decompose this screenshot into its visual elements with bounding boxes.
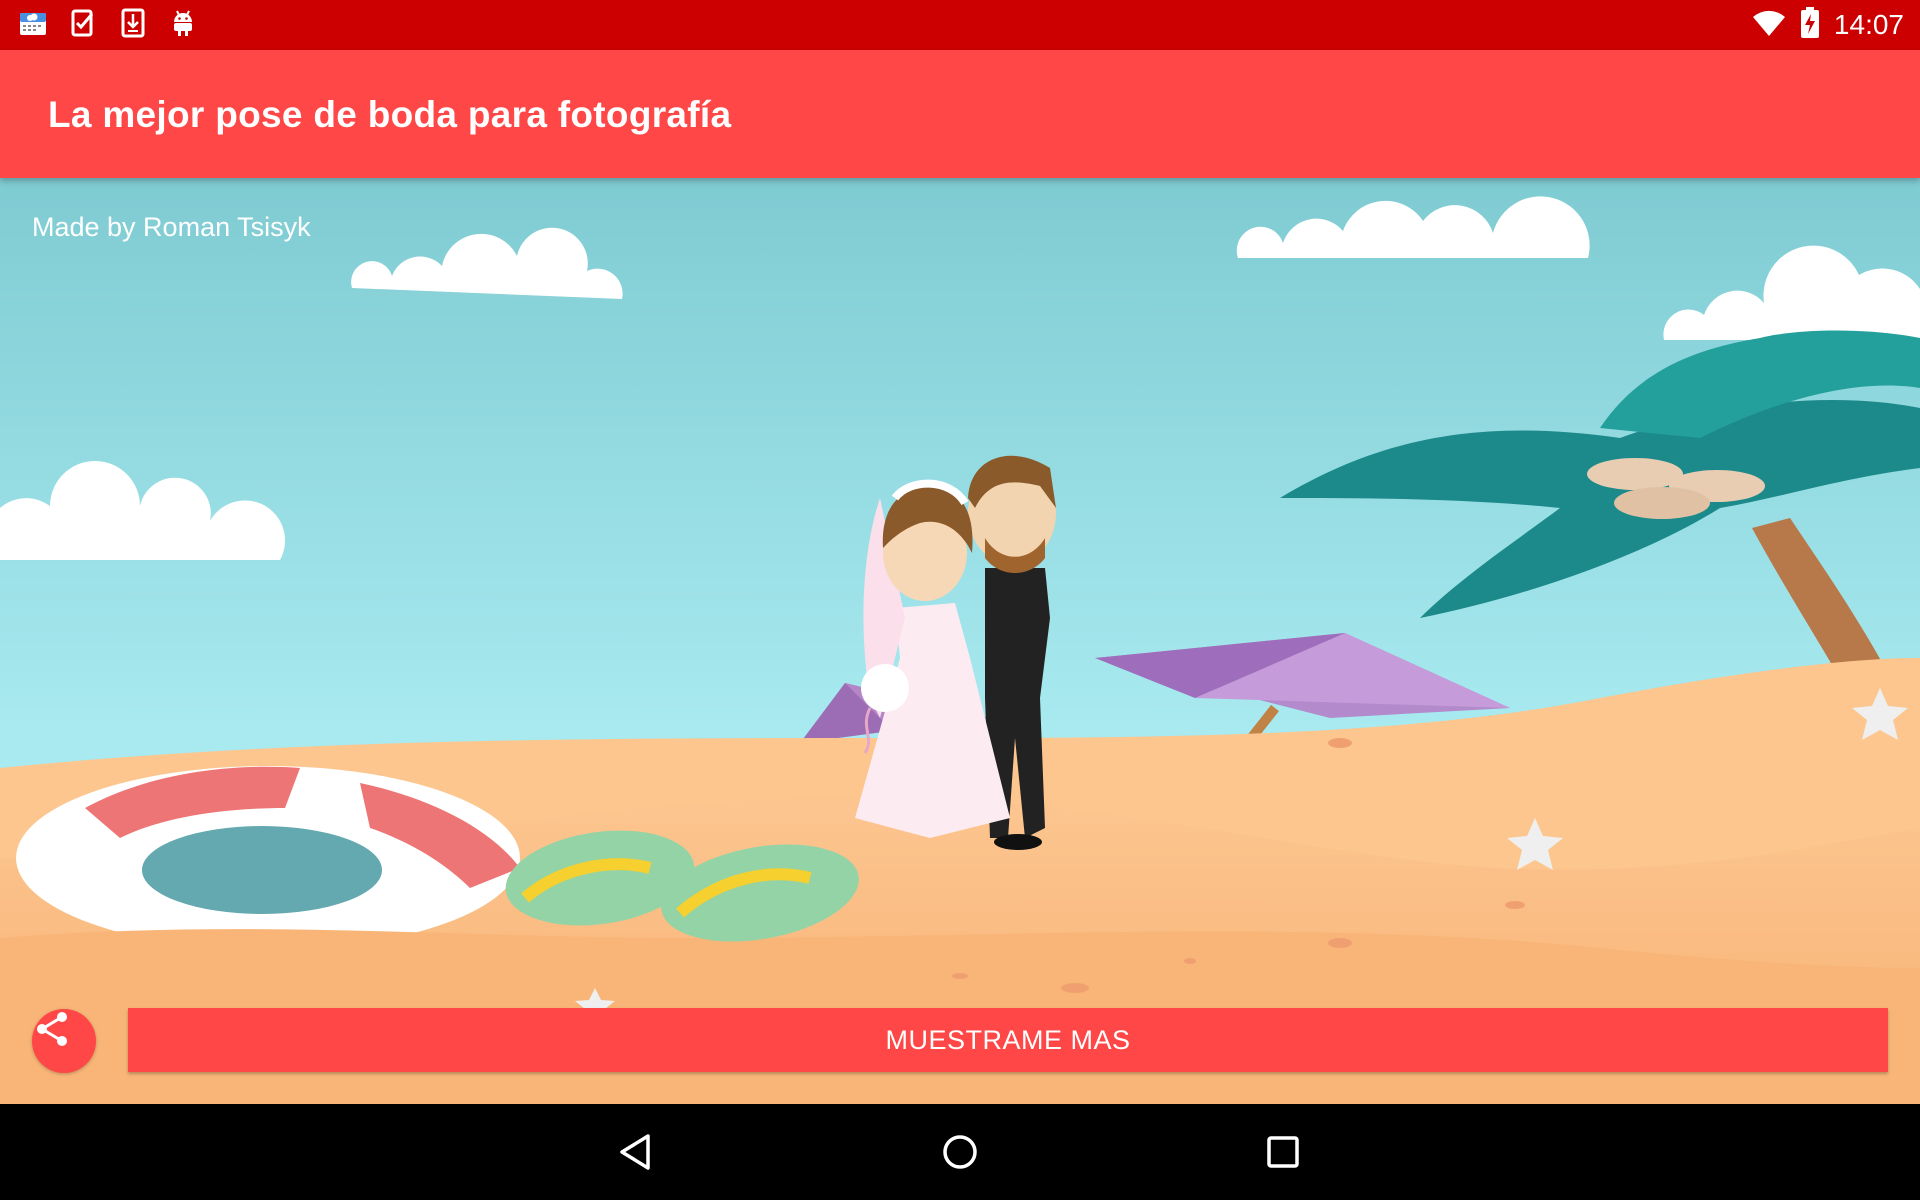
- weather-app-icon: [18, 8, 48, 38]
- status-time: 14:07: [1833, 9, 1904, 40]
- wifi-icon: [1752, 9, 1786, 41]
- recents-button[interactable]: [1255, 1124, 1311, 1180]
- credit-text: Made by Roman Tsisyk: [32, 212, 311, 242]
- back-icon: [620, 1134, 650, 1170]
- task-check-icon: [68, 8, 98, 38]
- life-ring: [16, 766, 520, 950]
- share-icon: [37, 1012, 67, 1046]
- back-button[interactable]: [608, 1124, 664, 1180]
- recents-icon: [1267, 1136, 1299, 1168]
- battery-charging-icon: [1800, 7, 1820, 43]
- wedding-beach-illustration: Made by Roman Tsisyk MUESTRAME MAS: [0, 178, 1920, 1104]
- android-icon: [168, 8, 198, 38]
- share-button[interactable]: [32, 1009, 96, 1073]
- navigation-bar: [0, 1104, 1920, 1200]
- show-more-button[interactable]: MUESTRAME MAS: [128, 1008, 1888, 1072]
- status-bar: 14:07: [0, 0, 1920, 50]
- app-bar: La mejor pose de boda para fotografía: [0, 50, 1920, 178]
- page-title: La mejor pose de boda para fotografía: [48, 94, 732, 135]
- home-button[interactable]: [932, 1124, 988, 1180]
- home-icon: [943, 1135, 977, 1169]
- download-icon: [118, 8, 148, 38]
